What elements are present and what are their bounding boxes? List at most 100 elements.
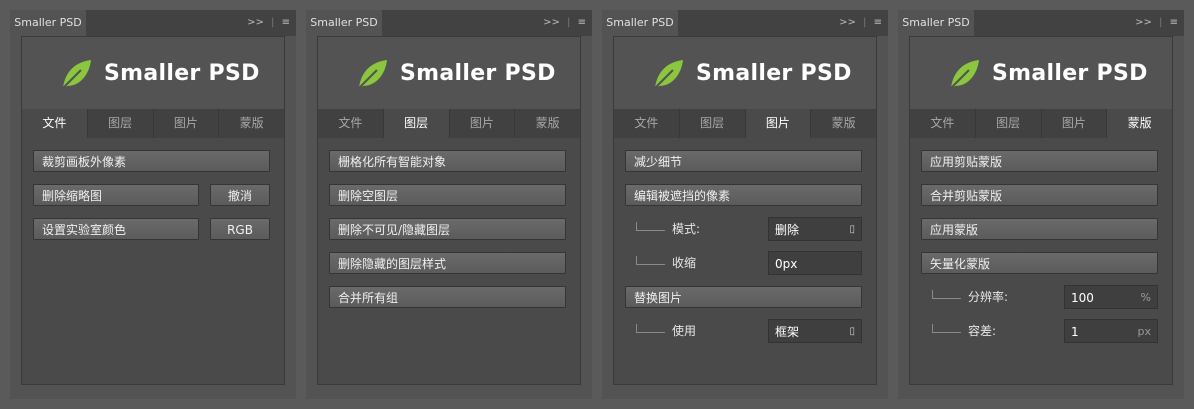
apply-clipping-mask-button[interactable]: 应用剪贴蒙版	[921, 150, 1158, 172]
tab-bar: 文件 图层 图片 蒙版	[614, 109, 876, 138]
edit-obscured-pixels-button[interactable]: 编辑被遮挡的像素	[625, 184, 862, 206]
tab-image[interactable]: 图片	[450, 109, 516, 138]
replace-image-button[interactable]: 替换图片	[625, 286, 862, 308]
apply-mask-button[interactable]: 应用蒙版	[921, 218, 1158, 240]
panel-controls: >> | ≡	[539, 10, 586, 36]
collapse-icon[interactable]: >>	[839, 10, 856, 36]
tree-connector	[636, 256, 665, 265]
tree-connector	[636, 222, 665, 231]
delete-hidden-styles-button[interactable]: 删除隐藏的图层样式	[329, 252, 566, 274]
collapse-icon[interactable]: >>	[1135, 10, 1152, 36]
tab-bar: 文件 图层 图片 蒙版	[22, 109, 284, 138]
tree-connector	[636, 324, 665, 333]
panel-controls: >> | ≡	[1131, 10, 1178, 36]
leaf-icon	[654, 60, 683, 89]
tab-mask[interactable]: 蒙版	[811, 109, 876, 138]
mode-select[interactable]: 删除 ▯	[768, 217, 862, 241]
set-lab-color-button[interactable]: 设置实验室颜色	[33, 218, 199, 240]
tolerance-value: 1	[1071, 325, 1079, 339]
divider: |	[863, 17, 867, 28]
panel-tab-title[interactable]: Smaller PSD	[602, 10, 678, 36]
shrink-label: 收缩	[672, 256, 697, 270]
use-label: 使用	[672, 324, 697, 338]
tab-file[interactable]: 文件	[910, 109, 976, 138]
panel-tab-title[interactable]: Smaller PSD	[898, 10, 974, 36]
panel-header: Smaller PSD >> | ≡	[306, 10, 592, 36]
delete-thumbnail-button[interactable]: 删除缩略图	[33, 184, 199, 206]
use-value: 框架	[775, 325, 800, 339]
panel-tab-title[interactable]: Smaller PSD	[10, 10, 86, 36]
app-title: Smaller PSD	[400, 61, 556, 86]
divider: |	[567, 17, 571, 28]
collapse-icon[interactable]: >>	[247, 10, 264, 36]
panel-controls: >> | ≡	[835, 10, 882, 36]
mode-label: 模式:	[672, 222, 701, 236]
leaf-icon	[950, 60, 979, 89]
panel-file: Smaller PSD >> | ≡ Smaller PSD 文件 图层 图片 …	[10, 10, 296, 399]
app-title: Smaller PSD	[696, 61, 852, 86]
divider: |	[1159, 17, 1163, 28]
app-title: Smaller PSD	[992, 61, 1148, 86]
tab-bar: 文件 图层 图片 蒙版	[318, 109, 580, 138]
tolerance-unit: px	[1137, 325, 1152, 338]
tab-layer[interactable]: 图层	[383, 109, 450, 138]
tab-file[interactable]: 文件	[614, 109, 680, 138]
panel-image: Smaller PSD >> | ≡ Smaller PSD 文件 图层 图片 …	[602, 10, 888, 399]
resolution-label: 分辨率:	[968, 290, 1009, 304]
tolerance-input[interactable]: 1 px	[1064, 319, 1158, 343]
tab-layer[interactable]: 图层	[88, 109, 154, 138]
logo-row: Smaller PSD	[318, 37, 580, 109]
use-select[interactable]: 框架 ▯	[768, 319, 862, 343]
tab-bar: 文件 图层 图片 蒙版	[910, 109, 1172, 138]
tree-connector	[932, 290, 961, 299]
delete-empty-layers-button[interactable]: 删除空图层	[329, 184, 566, 206]
tab-layer[interactable]: 图层	[976, 109, 1042, 138]
delete-hidden-layers-button[interactable]: 删除不可见/隐藏图层	[329, 218, 566, 240]
vectorize-mask-button[interactable]: 矢量化蒙版	[921, 252, 1158, 274]
rasterize-smart-objects-button[interactable]: 栅格化所有智能对象	[329, 150, 566, 172]
panel-controls: >> | ≡	[243, 10, 290, 36]
tab-mask[interactable]: 蒙版	[219, 109, 284, 138]
panel-content: Smaller PSD 文件 图层 图片 蒙版 裁剪画板外像素 删除缩略图 撤消…	[21, 36, 285, 385]
panel-tab-title[interactable]: Smaller PSD	[306, 10, 382, 36]
tab-mask[interactable]: 蒙版	[515, 109, 580, 138]
undo-button[interactable]: 撤消	[210, 184, 270, 206]
resolution-input[interactable]: 100 %	[1064, 285, 1158, 309]
dropdown-icon: ▯	[849, 224, 855, 235]
leaf-icon	[358, 60, 387, 89]
tab-layer[interactable]: 图层	[680, 109, 746, 138]
menu-icon[interactable]: ≡	[1170, 10, 1178, 36]
app-title: Smaller PSD	[104, 61, 260, 86]
collapse-icon[interactable]: >>	[543, 10, 560, 36]
logo-row: Smaller PSD	[22, 37, 284, 109]
tab-image[interactable]: 图片	[745, 109, 812, 138]
rgb-button[interactable]: RGB	[210, 218, 270, 240]
tab-image[interactable]: 图片	[1042, 109, 1108, 138]
merge-clipping-mask-button[interactable]: 合并剪贴蒙版	[921, 184, 1158, 206]
crop-outside-button[interactable]: 裁剪画板外像素	[33, 150, 270, 172]
panel-content: Smaller PSD 文件 图层 图片 蒙版 应用剪贴蒙版 合并剪贴蒙版 应用…	[909, 36, 1173, 385]
divider: |	[271, 17, 275, 28]
tab-file[interactable]: 文件	[22, 109, 88, 138]
tab-file[interactable]: 文件	[318, 109, 384, 138]
panel-content: Smaller PSD 文件 图层 图片 蒙版 栅格化所有智能对象 删除空图层 …	[317, 36, 581, 385]
tab-image[interactable]: 图片	[154, 109, 220, 138]
panel-header: Smaller PSD >> | ≡	[10, 10, 296, 36]
tolerance-label: 容差:	[968, 324, 997, 338]
logo-row: Smaller PSD	[614, 37, 876, 109]
dropdown-icon: ▯	[849, 326, 855, 337]
menu-icon[interactable]: ≡	[874, 10, 882, 36]
shrink-input[interactable]: 0px	[768, 251, 862, 275]
resolution-value: 100	[1071, 291, 1094, 305]
mode-value: 删除	[775, 223, 800, 237]
panel-header: Smaller PSD >> | ≡	[602, 10, 888, 36]
tree-connector	[932, 324, 961, 333]
menu-icon[interactable]: ≡	[578, 10, 586, 36]
tab-mask[interactable]: 蒙版	[1107, 109, 1172, 138]
reduce-detail-button[interactable]: 减少细节	[625, 150, 862, 172]
menu-icon[interactable]: ≡	[282, 10, 290, 36]
panel-mask: Smaller PSD >> | ≡ Smaller PSD 文件 图层 图片 …	[898, 10, 1184, 399]
leaf-icon	[62, 60, 91, 89]
merge-groups-button[interactable]: 合并所有组	[329, 286, 566, 308]
panel-header: Smaller PSD >> | ≡	[898, 10, 1184, 36]
